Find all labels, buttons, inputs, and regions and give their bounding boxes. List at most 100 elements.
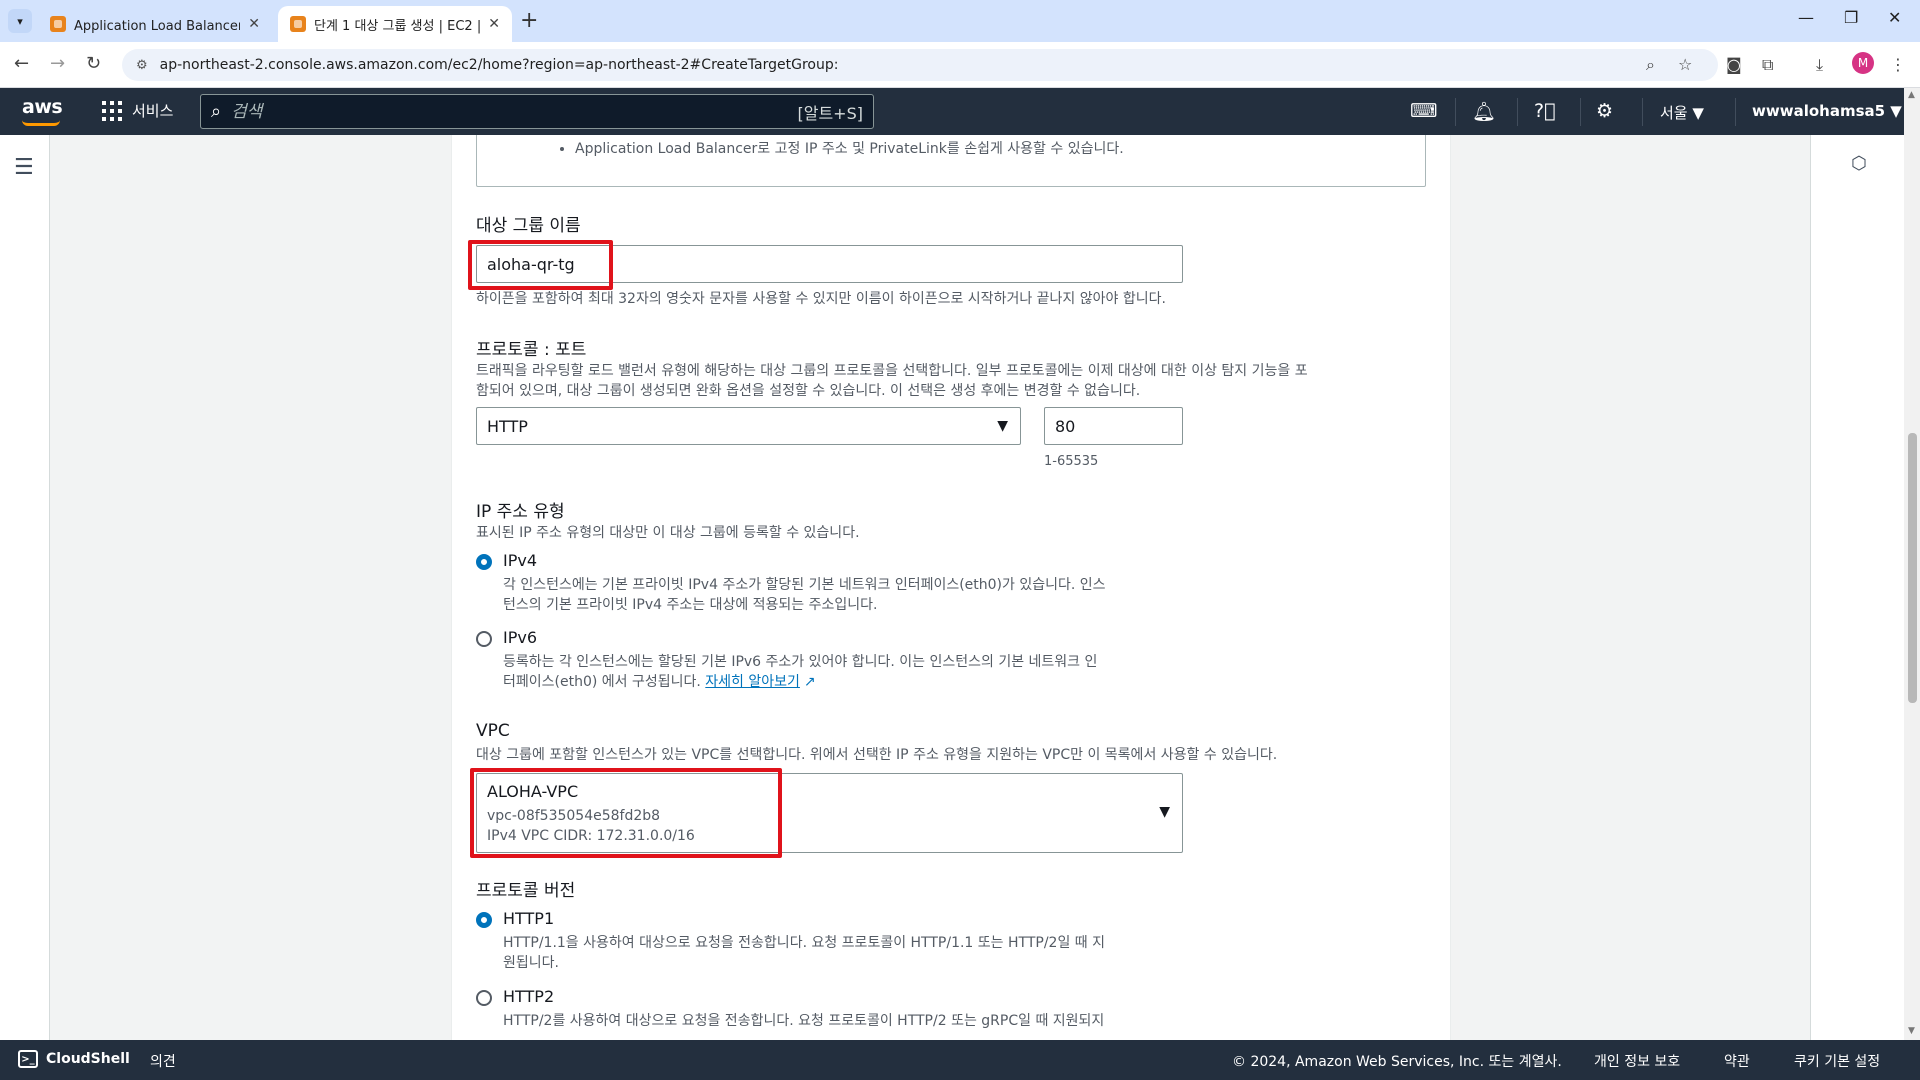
- privacy-link[interactable]: 개인 정보 보호: [1594, 1051, 1680, 1071]
- port-input[interactable]: [1044, 407, 1183, 445]
- caret-down-icon: ▼: [997, 418, 1008, 434]
- ipv4-desc-2: 턴스의 기본 프라이빗 IPv4 주소는 대상에 적용되는 주소입니다.: [503, 597, 878, 613]
- cloudshell-icon: >_: [18, 1050, 38, 1068]
- forward-icon[interactable]: →: [50, 53, 65, 74]
- close-tab-icon[interactable]: ✕: [248, 16, 260, 32]
- cloudshell-icon[interactable]: ⌨: [1410, 100, 1437, 122]
- browser-menu-icon[interactable]: ⋮: [1890, 55, 1906, 74]
- console-footer: >_ CloudShell 의견 © 2024, Amazon Web Serv…: [0, 1040, 1920, 1080]
- left-nav-rail: ☰: [0, 135, 50, 1040]
- hamburger-menu-icon[interactable]: ☰: [14, 155, 34, 180]
- help-icon[interactable]: ?⃝: [1534, 100, 1556, 122]
- scroll-thumb[interactable]: [1908, 433, 1917, 703]
- nav-divider: [1642, 98, 1643, 126]
- settings-gear-icon[interactable]: ⚙: [1596, 100, 1613, 122]
- browser-tab-alb[interactable]: Application Load Balancer 생성 ✕: [38, 6, 272, 42]
- protocol-port-desc-2: 함되어 있으며, 대상 그룹이 생성되면 완화 옵션을 설정할 수 있습니다. …: [476, 383, 1141, 399]
- right-tools-rail: ⬡: [1810, 135, 1904, 1040]
- profile-avatar[interactable]: M: [1852, 52, 1874, 74]
- target-group-name-help: 하이픈을 포함하여 최대 32자의 영숫자 문자를 사용할 수 있지만 이름이 …: [476, 291, 1166, 307]
- region-selector[interactable]: 서울 ▼: [1660, 102, 1704, 123]
- aws-logo[interactable]: aws: [22, 96, 63, 126]
- protocol-version-label: 프로토콜 버전: [476, 881, 576, 901]
- url-field[interactable]: ⚙ ap-northeast-2.console.aws.amazon.com/…: [122, 49, 1718, 81]
- nav-divider: [1517, 98, 1518, 126]
- ipv4-title[interactable]: IPv4: [503, 551, 537, 570]
- cloudshell-button[interactable]: >_ CloudShell: [18, 1050, 130, 1068]
- scroll-down-icon[interactable]: ▼: [1908, 1026, 1915, 1036]
- aws-favicon-icon: [290, 16, 306, 32]
- services-label: 서비스: [132, 102, 174, 120]
- browser-tab-create-target-group[interactable]: 단계 1 대상 그룹 생성 | EC2 | ap-n ✕: [278, 6, 512, 42]
- address-bar: ← → ↻ ⚙ ap-northeast-2.console.aws.amazo…: [0, 42, 1920, 88]
- ipv6-radio[interactable]: [476, 631, 492, 647]
- learn-more-link[interactable]: 자세히 알아보기: [705, 674, 800, 690]
- info-box: Application Load Balancer로 고정 IP 주소 및 Pr…: [476, 135, 1426, 187]
- protocol-port-label: 프로토콜 : 포트: [476, 340, 587, 360]
- bookmark-star-icon[interactable]: ☆: [1678, 55, 1692, 74]
- terms-link[interactable]: 약관: [1724, 1051, 1750, 1071]
- main-content: Application Load Balancer로 고정 IP 주소 및 Pr…: [51, 135, 1810, 1040]
- account-menu[interactable]: wwwalohamsa5 ▼: [1752, 102, 1902, 120]
- vpc-select[interactable]: ALOHA-VPC vpc-08f535054e58fd2b8 IPv4 VPC…: [476, 773, 1183, 853]
- reload-icon[interactable]: ↻: [86, 53, 101, 74]
- close-window-icon[interactable]: ✕: [1888, 8, 1901, 27]
- services-menu[interactable]: 서비스: [102, 100, 173, 121]
- restore-icon[interactable]: ❐: [1844, 8, 1858, 27]
- camera-icon[interactable]: ◙: [1726, 55, 1742, 74]
- minimize-icon[interactable]: —: [1798, 8, 1814, 27]
- aws-favicon-icon: [50, 16, 66, 32]
- services-grid-icon: [102, 100, 122, 121]
- search-box[interactable]: ⌕ [알트+S]: [200, 94, 874, 129]
- http2-radio[interactable]: [476, 990, 492, 1006]
- notifications-bell-icon[interactable]: 🔔︎: [1472, 100, 1496, 123]
- ip-type-desc: 표시된 IP 주소 유형의 대상만 이 대상 그룹에 등록할 수 있습니다.: [476, 525, 860, 541]
- ipv6-title[interactable]: IPv6: [503, 628, 537, 647]
- cookie-preferences-link[interactable]: 쿠키 기본 설정: [1794, 1051, 1880, 1071]
- info-panel-icon[interactable]: ⬡: [1851, 153, 1867, 174]
- http1-title[interactable]: HTTP1: [503, 909, 554, 928]
- close-tab-icon[interactable]: ✕: [488, 16, 500, 32]
- external-link-icon[interactable]: ↗: [804, 674, 816, 690]
- target-group-name-label: 대상 그룹 이름: [476, 216, 581, 236]
- protocol-select[interactable]: HTTP ▼: [476, 407, 1021, 445]
- target-group-name-input[interactable]: [476, 245, 1183, 283]
- http2-desc-1: HTTP/2를 사용하여 대상으로 요청을 전송합니다. 요청 프로토콜이 HT…: [503, 1013, 1105, 1029]
- copyright-text: © 2024, Amazon Web Services, Inc. 또는 계열사…: [1232, 1054, 1562, 1070]
- zoom-icon[interactable]: ⌕: [1646, 55, 1655, 75]
- page-scrollbar[interactable]: ▲ ▼: [1904, 88, 1920, 1040]
- protocol-value: HTTP: [487, 416, 528, 436]
- http1-desc-1: HTTP/1.1을 사용하여 대상으로 요청을 전송합니다. 요청 프로토콜이 …: [503, 935, 1105, 951]
- download-icon[interactable]: ⤓: [1816, 55, 1823, 75]
- tab-list-icon[interactable]: ▾: [8, 9, 32, 33]
- http2-title[interactable]: HTTP2: [503, 987, 554, 1006]
- back-icon[interactable]: ←: [14, 53, 29, 74]
- nav-divider: [1455, 98, 1456, 126]
- vpc-name: ALOHA-VPC: [487, 782, 579, 801]
- new-tab-icon[interactable]: +: [520, 8, 538, 33]
- feedback-link[interactable]: 의견: [150, 1051, 176, 1071]
- aws-top-nav: aws 서비스 ⌕ [알트+S] ⌨ 🔔︎ ?⃝ ⚙ 서울 ▼ wwwaloha…: [0, 88, 1904, 135]
- scroll-up-icon[interactable]: ▲: [1908, 90, 1915, 100]
- http1-radio[interactable]: [476, 912, 492, 928]
- ipv4-radio[interactable]: [476, 554, 492, 570]
- ip-type-label: IP 주소 유형: [476, 502, 565, 522]
- nav-divider: [1735, 98, 1736, 126]
- search-input[interactable]: [231, 101, 798, 122]
- browser-tab-bar: ▾ Application Load Balancer 생성 ✕ 단계 1 대상…: [0, 0, 1920, 42]
- http1-desc-2: 원됩니다.: [503, 955, 559, 971]
- ipv6-desc-2: 터페이스(eth0) 에서 구성됩니다. 자세히 알아보기 ↗: [503, 674, 816, 690]
- ipv6-desc-1: 등록하는 각 인스턴스에는 할당된 기본 IPv6 주소가 있어야 합니다. 이…: [503, 654, 1098, 670]
- search-icon: ⌕: [211, 101, 222, 122]
- nav-divider: [1580, 98, 1581, 126]
- port-range-hint: 1-65535: [1044, 454, 1099, 469]
- vpc-desc: 대상 그룹에 포함할 인스턴스가 있는 VPC를 선택합니다. 위에서 선택한 …: [476, 747, 1278, 763]
- extensions-icon[interactable]: ⧉: [1762, 55, 1773, 75]
- form-panel: Application Load Balancer로 고정 IP 주소 및 Pr…: [451, 135, 1451, 1040]
- ipv4-desc-1: 각 인스턴스에는 기본 프라이빗 IPv4 주소가 할당된 기본 네트워크 인터…: [503, 577, 1106, 593]
- tab-title: Application Load Balancer 생성: [74, 18, 241, 34]
- search-shortcut-hint: [알트+S]: [797, 103, 864, 123]
- vpc-label: VPC: [476, 721, 510, 741]
- site-info-icon[interactable]: ⚙: [136, 58, 148, 73]
- vpc-id: vpc-08f535054e58fd2b8: [487, 808, 661, 824]
